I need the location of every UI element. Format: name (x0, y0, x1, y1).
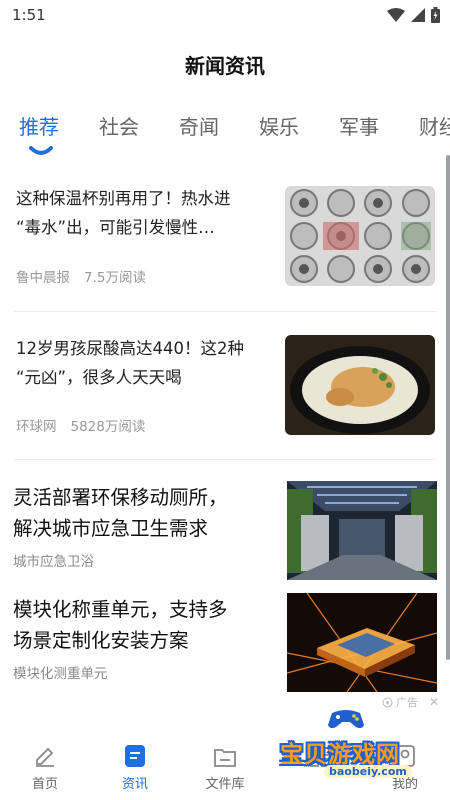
pencil-icon (36, 747, 54, 767)
divider (14, 459, 436, 460)
signal-icon (411, 8, 425, 22)
article-thumbnail (285, 186, 435, 286)
status-time: 1:51 (12, 6, 46, 24)
status-icons (387, 7, 440, 23)
nav-label: 首页 (31, 777, 58, 792)
tab-finance[interactable]: 财经 (419, 111, 450, 140)
article-meta: 环球网 5828万阅读 (16, 415, 145, 435)
article-source: 环球网 (16, 419, 57, 435)
nav-news[interactable]: 资讯 (100, 742, 170, 792)
article-thumbnail (285, 335, 435, 435)
article-source: 鲁中晨报 (16, 270, 70, 286)
status-bar: 1:51 (0, 0, 450, 32)
ad-advertiser: 城市应急卫浴 (13, 554, 94, 570)
article-title-line: 12岁男孩尿酸高达440！这2种 (16, 339, 244, 358)
scrollbar[interactable] (446, 155, 450, 660)
divider (14, 311, 436, 312)
nav-files[interactable]: 文件库 (190, 742, 260, 792)
nav-label: 资讯 (121, 777, 148, 792)
ad-thumbnail (287, 593, 437, 692)
tab-society[interactable]: 社会 (99, 111, 139, 140)
ad-title-line: 解决城市应急卫生需求 (13, 517, 209, 540)
article-reads: 7.5万阅读 (84, 270, 146, 286)
tab-oddities[interactable]: 奇闻 (179, 111, 219, 140)
gamepad-icon (328, 710, 364, 729)
ad-advertiser: 模块化测重单元 (13, 666, 108, 682)
category-tabs: 推荐 社会 奇闻 娱乐 军事 财经 (0, 108, 450, 158)
nav-label: 文件库 (205, 777, 245, 792)
article-title: 这种保温杯别再用了！热水进 “毒水”出，可能引发慢性… (16, 184, 231, 242)
watermark-url: baobeiy.com (324, 765, 412, 778)
tab-military[interactable]: 军事 (339, 111, 379, 140)
tab-recommend[interactable]: 推荐 (19, 111, 59, 140)
tab-indicator (29, 146, 53, 155)
article-title-line: 这种保温杯别再用了！热水进 (16, 189, 231, 208)
ad-thumbnail (287, 481, 437, 580)
folder-icon (214, 749, 236, 767)
article-title: 12岁男孩尿酸高达440！这2种 “元凶”，很多人天天喝 (16, 334, 244, 392)
ad-title-line: 模块化称重单元，支持多 (13, 598, 228, 621)
battery-icon (431, 7, 440, 23)
ad-title-line: 场景定制化安装方案 (13, 629, 189, 652)
page-title: 新闻资讯 (185, 54, 265, 78)
tab-entertainment[interactable]: 娱乐 (259, 111, 299, 140)
wifi-icon (387, 8, 405, 22)
article-meta: 鲁中晨报 7.5万阅读 (16, 266, 146, 286)
article-reads: 5828万阅读 (70, 419, 146, 435)
article-title-line: “毒水”出，可能引发慢性… (16, 218, 215, 237)
news-icon (125, 745, 145, 767)
ad-title: 模块化称重单元，支持多 场景定制化安装方案 (13, 594, 228, 656)
ad-title: 灵活部署环保移动厕所， 解决城市应急卫生需求 (13, 482, 228, 544)
watermark-text: 宝贝游戏网 (280, 742, 400, 768)
nav-home[interactable]: 首页 (10, 742, 80, 792)
article-title-line: “元凶”，很多人天天喝 (16, 368, 182, 387)
ad-title-line: 灵活部署环保移动厕所， (13, 486, 228, 509)
watermark: 宝贝游戏网 baobeiy.com (272, 703, 432, 793)
